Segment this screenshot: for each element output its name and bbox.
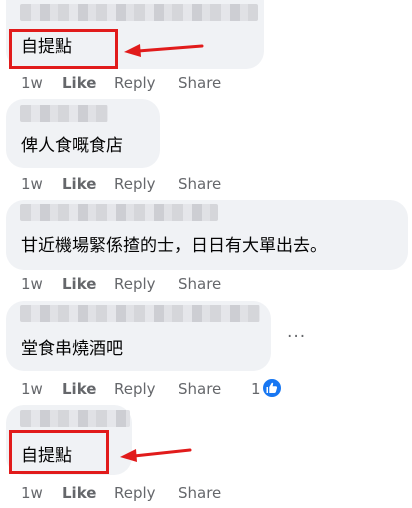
highlight-box [9,29,118,69]
share-link[interactable]: Share [178,484,248,502]
share-link[interactable]: Share [178,175,248,193]
comment-actions: 1w Like Reply Share [21,482,248,504]
comment-actions: 1w Like Reply Share [21,72,248,94]
more-options-icon[interactable]: ... [287,322,306,342]
reply-link[interactable]: Reply [114,275,178,293]
commenter-name-blurred[interactable] [20,105,108,122]
annotation-arrow [124,44,204,57]
reply-link[interactable]: Reply [114,74,178,92]
like-link[interactable]: Like [62,275,114,293]
reply-link[interactable]: Reply [114,380,178,398]
annotation-arrow [120,448,192,462]
like-link[interactable]: Like [62,74,114,92]
like-link[interactable]: Like [62,175,114,193]
highlight-box [9,430,109,474]
comment-text: 俾人食嘅食店 [21,136,123,156]
like-link[interactable]: Like [62,484,114,502]
comment-thread: 自提點 1w Like Reply Share 俾人食嘅食店 1w Like R… [0,0,412,508]
comment-timestamp[interactable]: 1w [21,275,62,293]
commenter-name-blurred[interactable] [20,204,218,221]
reply-link[interactable]: Reply [114,484,178,502]
comment-text: 甘近機場緊係揸的士，日日有大單出去。 [21,236,327,256]
reaction-count[interactable]: 1 [251,380,261,398]
commenter-name-blurred[interactable] [20,305,260,322]
share-link[interactable]: Share [178,275,248,293]
share-link[interactable]: Share [178,380,248,398]
comment-timestamp[interactable]: 1w [21,380,62,398]
comment-text: 堂食串燒酒吧 [21,339,123,359]
commenter-name-blurred[interactable] [20,410,130,427]
comment-timestamp[interactable]: 1w [21,74,62,92]
comment-actions: 1w Like Reply Share [21,173,248,195]
comment-actions: 1w Like Reply Share 1 [21,378,261,400]
comment-actions: 1w Like Reply Share [21,273,248,295]
like-reaction-icon[interactable] [261,377,283,399]
comment-timestamp[interactable]: 1w [21,175,62,193]
comment-timestamp[interactable]: 1w [21,484,62,502]
commenter-name-blurred[interactable] [20,4,258,21]
share-link[interactable]: Share [178,74,248,92]
reply-link[interactable]: Reply [114,175,178,193]
like-link[interactable]: Like [62,380,114,398]
